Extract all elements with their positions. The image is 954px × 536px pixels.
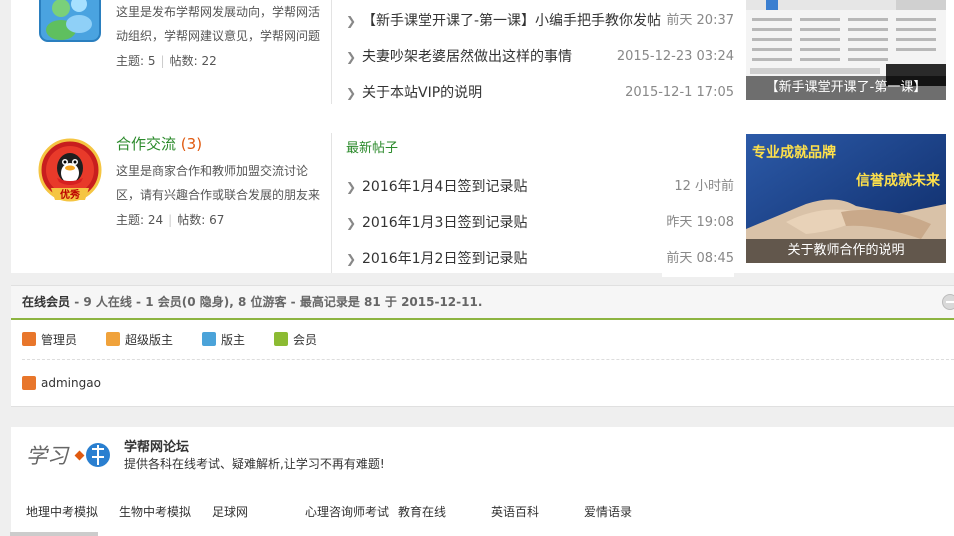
posts-label: 帖数: <box>169 54 198 68</box>
site-name: 学帮网论坛 <box>124 440 190 455</box>
friend-link[interactable]: 教育在线 <box>398 503 446 520</box>
forum-info: 这里是发布学帮网发展动向，学帮网活动组织，学帮网建议意见，学帮网问题 主题: 5… <box>116 0 328 70</box>
dashed-divider <box>22 359 954 360</box>
online-members-title[interactable]: 在线会员 <box>22 295 70 309</box>
user-admin-icon <box>22 376 36 390</box>
stats-divider: | <box>160 54 165 68</box>
logo-text: 学习 <box>26 444 70 468</box>
chevron-right-icon: ❯ <box>346 14 357 28</box>
user-admin-icon <box>22 332 36 346</box>
chevron-right-icon: ❯ <box>346 86 357 100</box>
topics-count: 5 <box>147 54 156 68</box>
thread-date: 前天 08:45 <box>662 241 734 277</box>
friend-link[interactable]: 地理中考模拟 <box>26 503 98 520</box>
thread-row[interactable]: ❯ 2016年1月3日签到记录贴 昨天 19:08 <box>346 205 734 241</box>
user-super-moderator-icon <box>106 332 120 346</box>
friend-link[interactable]: 爱情语录 <box>584 503 632 520</box>
thumbnail-caption[interactable]: 【新手课堂开课了-第一课】 <box>746 76 946 100</box>
forum-title-text[interactable]: 合作交流 <box>116 135 176 153</box>
friend-link[interactable]: 心理咨询师考试 <box>305 503 389 520</box>
thread-row[interactable]: ❯ 2016年1月4日签到记录贴 12 小时前 <box>346 169 734 205</box>
forum-icon-chat[interactable] <box>37 0 103 44</box>
forum-section-announcements: 这里是发布学帮网发展动向，学帮网活动组织，学帮网建议意见，学帮网问题 主题: 5… <box>11 0 954 111</box>
column-divider <box>331 0 332 104</box>
topics-count: 24 <box>147 213 164 227</box>
posts-count: 22 <box>201 54 217 68</box>
chevron-right-icon: ❯ <box>346 50 357 64</box>
posts-label: 帖数: <box>177 213 206 227</box>
thread-row[interactable]: ❯ 2016年1月2日签到记录贴 前天 08:45 <box>346 241 734 277</box>
friend-link[interactable]: 足球网 <box>212 503 248 520</box>
chevron-right-icon: ❯ <box>346 180 357 194</box>
banner-slogan-2: 信誉成就未来 <box>856 173 940 189</box>
thread-row[interactable]: ❯ 关于本站VIP的说明 2015-12-1 17:05 <box>346 75 734 111</box>
latest-threads: ❯ 【新手课堂开课了-第一课】小编手把手教你发帖 前天 20:37 ❯ 夫妻吵架… <box>346 3 734 111</box>
column-divider <box>331 133 332 273</box>
stats-divider: | <box>168 213 173 227</box>
legend-label: 会员 <box>293 333 318 347</box>
thumbnail-caption[interactable]: 关于教师合作的说明 <box>746 239 946 263</box>
forum-stats: 主题: 5 | 帖数: 22 <box>116 52 328 70</box>
user-moderator-icon <box>202 332 216 346</box>
featured-thumbnail[interactable]: 专业成就品牌 信誉成就未来 关于教师合作的说明 <box>746 134 946 263</box>
thread-row[interactable]: ❯ 夫妻吵架老婆居然做出这样的事情 2015-12-23 03:24 <box>346 39 734 75</box>
topics-label: 主题: <box>116 54 145 68</box>
topics-label: 主题: <box>116 213 145 227</box>
forum-description: 这里是发布学帮网发展动向，学帮网活动组织，学帮网建议意见，学帮网问题 <box>116 5 321 43</box>
thread-title[interactable]: 2016年1月3日签到记录贴 <box>362 205 527 241</box>
thread-title[interactable]: 2016年1月4日签到记录贴 <box>362 169 527 205</box>
forum-list: 这里是发布学帮网发展动向，学帮网活动组织，学帮网建议意见，学帮网问题 主题: 5… <box>11 0 954 277</box>
chevron-right-icon: ❯ <box>346 216 357 230</box>
site-logo[interactable]: 学习 <box>26 439 112 471</box>
thread-date: 2015-12-1 17:05 <box>621 75 734 111</box>
friend-link[interactable]: 生物中考模拟 <box>119 503 191 520</box>
forum-new-count: (3) <box>180 135 203 153</box>
thread-title[interactable]: 夫妻吵架老婆居然做出这样的事情 <box>362 39 572 75</box>
member-name[interactable]: admingao <box>41 375 101 391</box>
forum-info: 合作交流 (3) 这里是商家合作和教师加盟交流讨论区，请有兴趣合作或联合发展的朋… <box>116 133 328 229</box>
badge-label: 优秀 <box>60 190 80 201</box>
legend-label: 版主 <box>221 333 246 347</box>
thread-title[interactable]: 2016年1月2日签到记录贴 <box>362 241 527 277</box>
featured-thumbnail[interactable]: 【新手课堂开课了-第一课】 <box>746 0 946 100</box>
thread-date: 2015-12-23 03:24 <box>612 39 734 75</box>
latest-threads-header: 最新帖子 <box>346 141 399 156</box>
forum-icon-penguin-badge[interactable]: 优秀 <box>37 138 103 204</box>
thread-date: 昨天 19:08 <box>662 205 734 241</box>
collapse-icon[interactable] <box>942 294 954 310</box>
legend-label: 管理员 <box>41 333 78 347</box>
site-slogan: 提供各科在线考试、疑难解析,让学习不再有难题! <box>124 457 385 471</box>
friend-link[interactable]: 英语百科 <box>491 503 539 520</box>
thread-title[interactable]: 【新手课堂开课了-第一课】小编手把手教你发帖 <box>362 3 661 39</box>
chevron-right-icon: ❯ <box>346 252 357 266</box>
banner-slogan-1: 专业成就品牌 <box>752 145 836 161</box>
forum-title[interactable]: 合作交流 (3) <box>116 133 328 153</box>
online-summary: - 9 人在线 - 1 会员(0 隐身), 8 位游客 - 最高记录是 81 于… <box>70 295 483 309</box>
thread-date: 前天 20:37 <box>662 3 734 39</box>
thread-row[interactable]: ❯ 【新手课堂开课了-第一课】小编手把手教你发帖 前天 20:37 <box>346 3 734 39</box>
posts-count: 67 <box>209 213 225 227</box>
online-members-header: 在线会员 - 9 人在线 - 1 会员(0 隐身), 8 位游客 - 最高记录是… <box>11 286 954 320</box>
user-member-icon <box>274 332 288 346</box>
thread-date: 12 小时前 <box>670 169 734 205</box>
site-footer: 学习 学帮网论坛 提供各科在线考试、疑难解析,让学习不再有难题! 地理中考模拟 … <box>11 427 954 536</box>
forum-section-cooperation: 优秀 合作交流 (3) 这里是商家合作和教师加盟交流讨论区，请有兴趣合作或联合发… <box>11 128 954 277</box>
forum-description: 这里是商家合作和教师加盟交流讨论区，请有兴趣合作或联合发展的朋友来 <box>116 164 321 202</box>
bottom-scroll-tab <box>10 532 98 536</box>
forum-stats: 主题: 24 | 帖数: 67 <box>116 211 328 229</box>
latest-threads: 最新帖子 ❯ 2016年1月4日签到记录贴 12 小时前 ❯ 2016年1月3日… <box>346 137 734 277</box>
legend-label: 超级版主 <box>125 333 174 347</box>
thread-title[interactable]: 关于本站VIP的说明 <box>362 75 482 111</box>
online-members-panel: 在线会员 - 9 人在线 - 1 会员(0 隐身), 8 位游客 - 最高记录是… <box>11 285 954 407</box>
